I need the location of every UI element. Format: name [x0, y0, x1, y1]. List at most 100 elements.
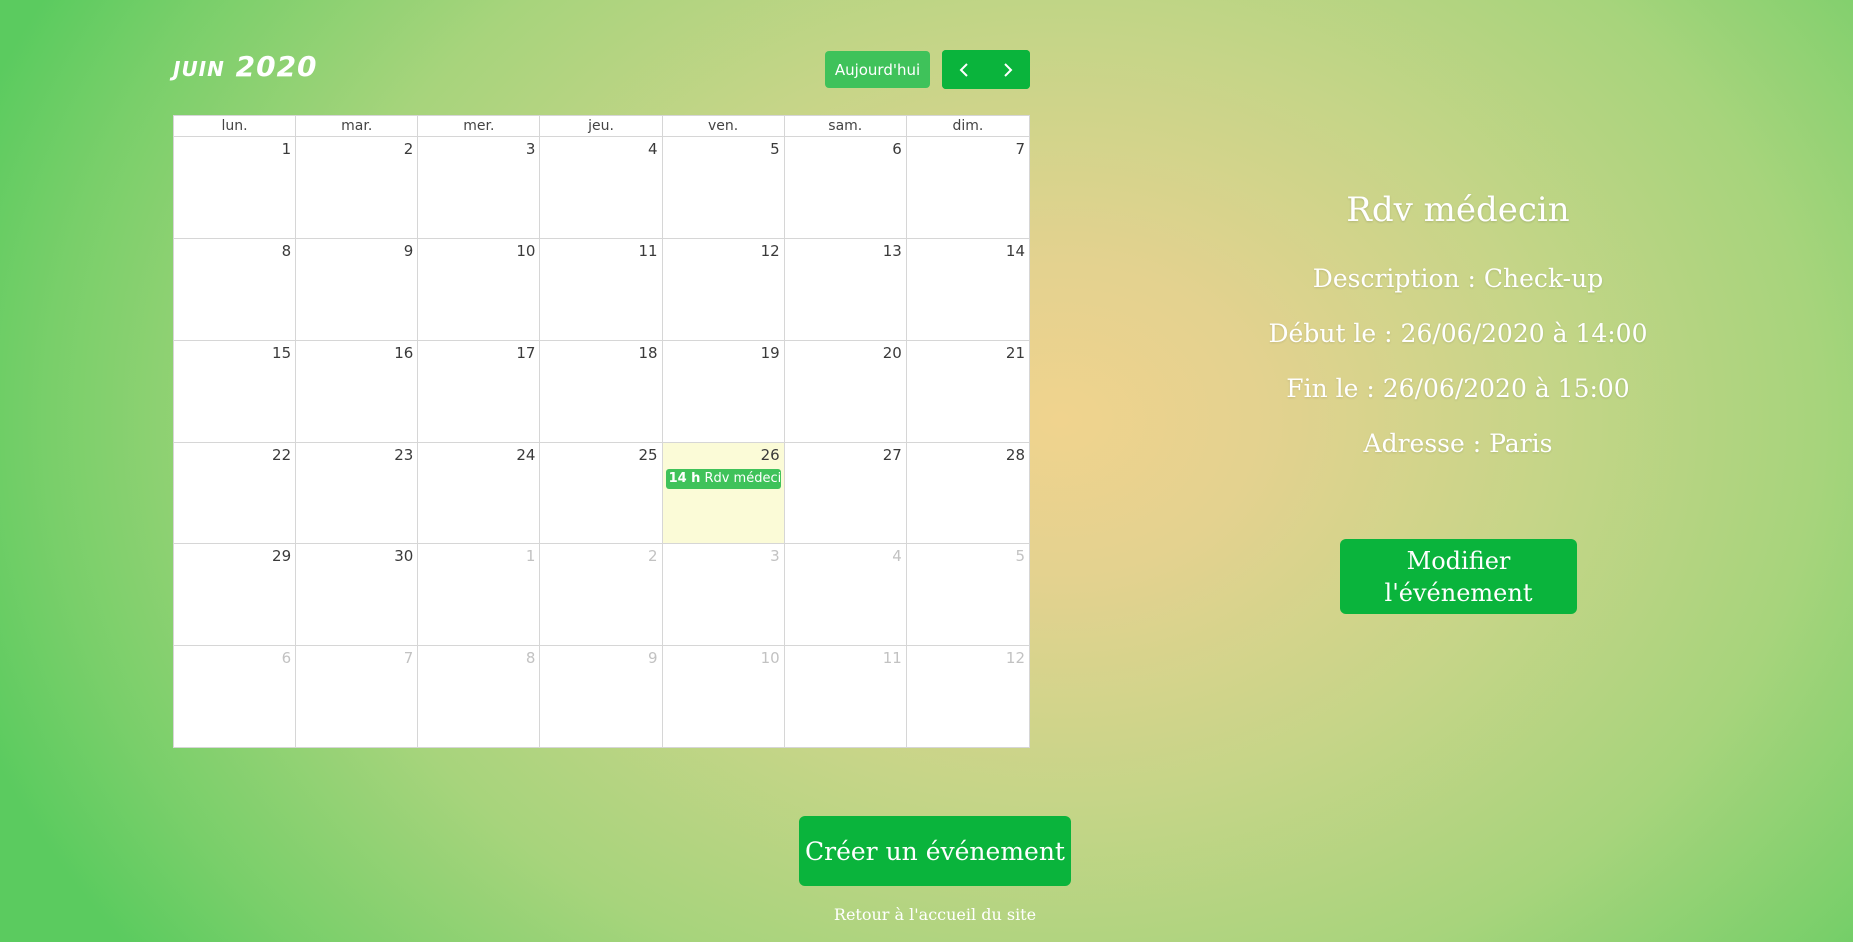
day-number: 16 — [394, 343, 414, 362]
calendar-day[interactable]: 6 — [174, 646, 297, 748]
calendar-day[interactable]: 5 — [906, 544, 1029, 647]
calendar-day[interactable]: 25 — [540, 442, 663, 545]
calendar-day[interactable]: 7 — [296, 646, 419, 748]
day-number: 2 — [648, 547, 658, 566]
weekday-label: sam. — [785, 116, 907, 136]
day-number: 26 — [760, 445, 780, 464]
day-number: 8 — [281, 241, 292, 260]
event-details-panel: Rdv médecin Description : Check-up Début… — [1208, 190, 1708, 458]
calendar-day[interactable]: 9 — [296, 238, 419, 341]
calendar-day[interactable]: 14 — [906, 239, 1029, 341]
calendar-day[interactable]: 16 — [296, 340, 419, 443]
calendar-day[interactable]: 27 — [784, 442, 907, 545]
weekday-label: mar. — [296, 116, 419, 136]
day-number: 3 — [770, 547, 780, 566]
calendar-day[interactable]: 2 — [296, 137, 419, 239]
calendar-day[interactable]: 2 — [540, 544, 663, 647]
calendar-day[interactable]: 3 — [662, 544, 785, 647]
event-time: 14 h — [668, 470, 701, 486]
day-number: 17 — [516, 343, 536, 362]
next-month-button[interactable] — [986, 50, 1030, 89]
day-number: 5 — [1015, 547, 1025, 566]
calendar-day[interactable]: 28 — [906, 443, 1029, 545]
day-number: 2 — [403, 140, 414, 158]
back-to-home-link[interactable]: Retour à l'accueil du site — [799, 905, 1071, 924]
day-number: 1 — [281, 140, 292, 158]
day-number: 1 — [525, 547, 536, 566]
calendar-day[interactable]: 13 — [784, 238, 907, 341]
chevron-right-icon — [1004, 62, 1013, 77]
weekday-label: dim. — [952, 118, 984, 134]
calendar-day[interactable]: 21 — [906, 341, 1029, 443]
calendar-title: juin 2020 — [173, 50, 318, 83]
calendar-day[interactable]: 20 — [784, 340, 907, 443]
weekday-header: lun. mar. mer. jeu. ven. sam. dim. — [174, 116, 1029, 137]
calendar-day[interactable]: 29 — [174, 544, 297, 647]
weekday-label: mer. — [418, 116, 541, 136]
weekday-label: lun. — [174, 116, 297, 136]
event-start: Début le : 26/06/2020 à 14:00 — [1268, 319, 1648, 348]
weekday-label: jeu. — [540, 116, 663, 136]
calendar-day[interactable]: 10 — [663, 646, 785, 748]
calendar-day[interactable]: 4 — [540, 137, 663, 239]
calendar-day[interactable]: 7 — [906, 137, 1029, 239]
day-number: 29 — [272, 547, 292, 566]
day-number: 12 — [1005, 649, 1025, 668]
calendar-day[interactable]: 11 — [540, 238, 663, 341]
day-number: 15 — [272, 343, 292, 362]
calendar-day[interactable]: 8 — [418, 646, 541, 748]
day-number: 11 — [638, 241, 658, 260]
event-label: Rdv médecin — [704, 470, 781, 486]
day-number: 12 — [760, 241, 780, 260]
today-button[interactable]: Aujourd'hui — [825, 51, 930, 88]
day-number: 5 — [770, 140, 780, 158]
create-event-button[interactable]: Créer un événement — [799, 816, 1071, 886]
calendar-day[interactable]: 5 — [662, 137, 785, 239]
day-number: 7 — [1015, 140, 1025, 158]
calendar-day[interactable]: 24 — [418, 442, 541, 545]
calendar-day[interactable]: 19 — [662, 340, 785, 443]
day-number: 28 — [1005, 445, 1025, 464]
day-number: 7 — [403, 649, 414, 668]
month-nav-group — [942, 50, 1030, 89]
day-number: 14 — [1005, 241, 1025, 260]
day-number: 9 — [648, 649, 658, 668]
day-number: 11 — [882, 649, 902, 668]
calendar-day[interactable]: 22 — [174, 442, 297, 545]
day-number: 22 — [272, 445, 292, 464]
calendar-day[interactable]: 10 — [418, 238, 541, 341]
calendar-day[interactable]: 12 — [662, 238, 785, 341]
day-number: 27 — [882, 445, 902, 464]
day-number: 19 — [760, 343, 780, 362]
calendar-event[interactable]: 14 hRdv médecin — [665, 468, 781, 489]
day-number: 8 — [525, 649, 536, 668]
day-number: 30 — [394, 547, 414, 566]
day-number: 6 — [892, 140, 902, 158]
calendar-day[interactable]: 18 — [540, 340, 663, 443]
prev-month-button[interactable] — [942, 50, 986, 89]
calendar-day[interactable]: 9 — [540, 646, 663, 748]
calendar-day[interactable]: 1 — [174, 137, 297, 239]
calendar-day-today[interactable]: 26 14 hRdv médecin — [662, 442, 785, 545]
day-number: 4 — [892, 547, 902, 566]
event-address: Adresse : Paris — [1363, 429, 1553, 458]
calendar-day[interactable]: 15 — [174, 340, 297, 443]
day-number: 3 — [525, 140, 536, 158]
day-number: 6 — [281, 649, 292, 668]
edit-event-button[interactable]: Modifier l'événement — [1340, 539, 1577, 614]
weekday-label: ven. — [663, 116, 785, 136]
calendar-day[interactable]: 6 — [784, 137, 907, 239]
calendar-day[interactable]: 11 — [785, 646, 907, 748]
calendar-day[interactable]: 17 — [418, 340, 541, 443]
calendar-day[interactable]: 4 — [784, 544, 907, 647]
calendar-day[interactable]: 1 — [418, 544, 541, 647]
day-number: 21 — [1005, 343, 1025, 362]
calendar-day[interactable]: 23 — [296, 442, 419, 545]
day-number: 10 — [516, 241, 536, 260]
calendar-day[interactable]: 3 — [418, 137, 541, 239]
calendar-day[interactable]: 12 — [907, 646, 1029, 748]
day-number: 20 — [882, 343, 902, 362]
calendar-day[interactable]: 30 — [296, 544, 419, 647]
day-number: 23 — [394, 445, 414, 464]
calendar-day[interactable]: 8 — [174, 238, 297, 341]
